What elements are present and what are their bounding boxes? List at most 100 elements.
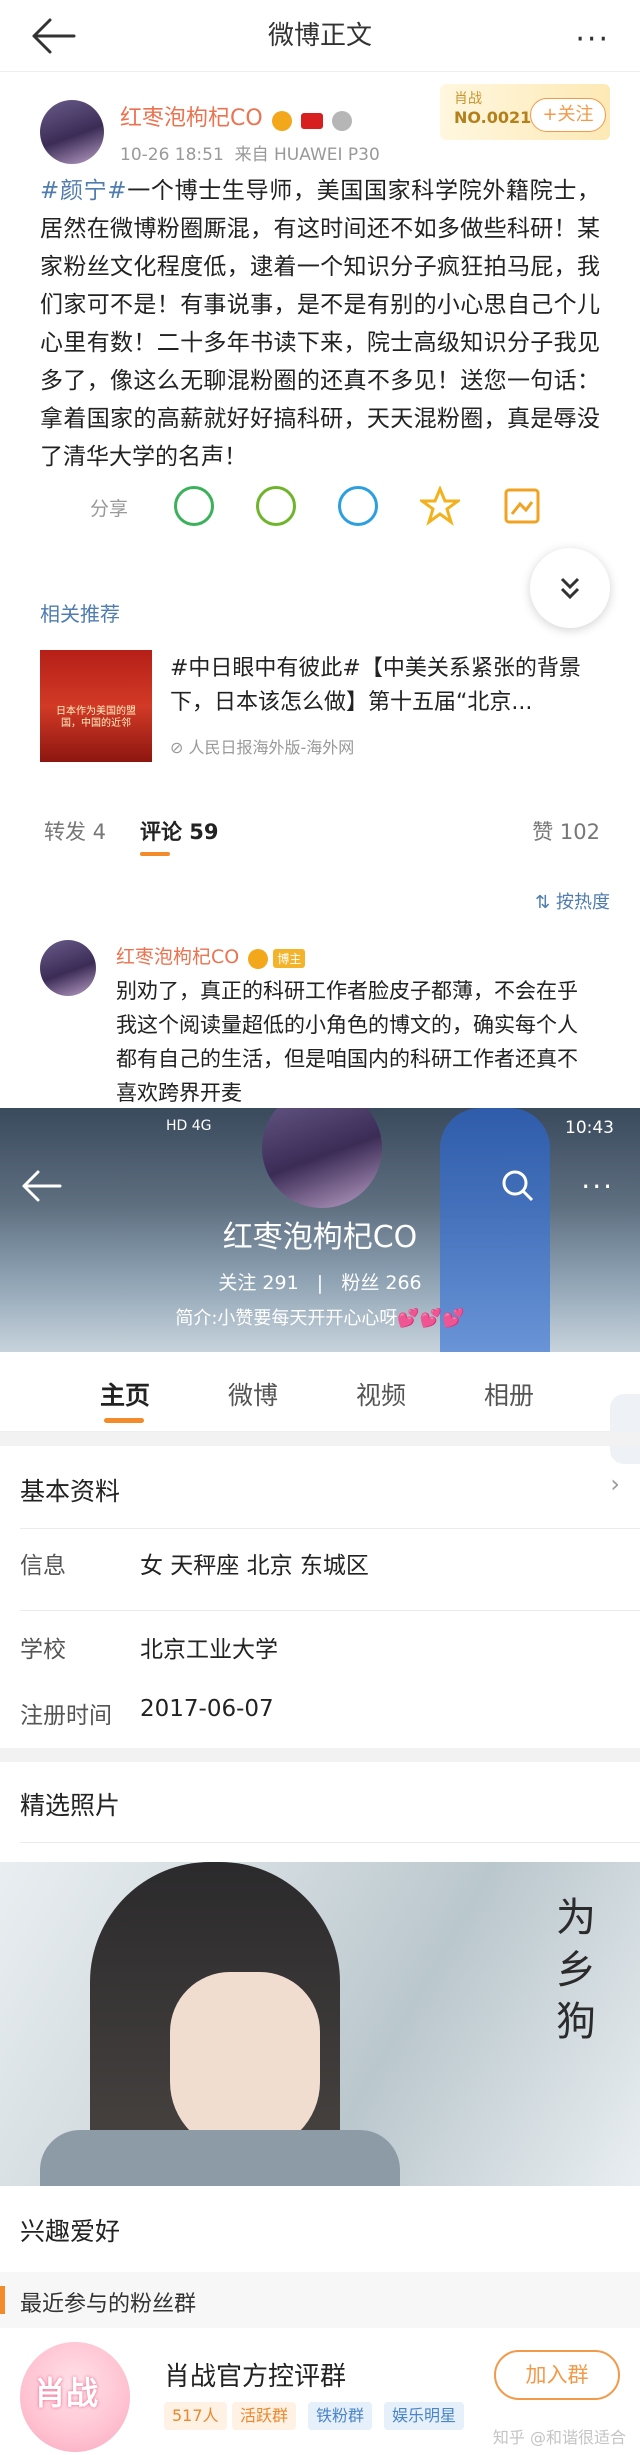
qq-icon[interactable] [338, 486, 378, 526]
share-label: 分享 [90, 498, 129, 520]
chip-iron-fans: 铁粉群 [308, 2402, 373, 2430]
tab-video[interactable]: 视频 [356, 1376, 406, 1412]
save-image-icon[interactable] [502, 486, 542, 530]
profile-bio: 简介:小赞要每天开开心心呀💕💕💕 [175, 1308, 465, 1329]
fan-groups-header: 最近参与的粉丝群 [0, 2272, 640, 2328]
commenter-name[interactable]: 红枣泡枸杞CO [116, 946, 239, 968]
group-avatar[interactable]: 肖战 [20, 2342, 130, 2452]
related-title: 相关推荐 [40, 602, 120, 626]
row-divider [20, 1842, 640, 1843]
profile-stats: 关注 291 | 粉丝 266 [218, 1272, 422, 1294]
more-menu-icon[interactable]: ··· [575, 22, 610, 57]
fan-card-label: 肖战 [454, 91, 482, 107]
group-avatar-text: 肖战 [34, 2374, 99, 2412]
crown-badge-icon [248, 948, 269, 969]
author-badge: 博主 [273, 949, 306, 968]
hobby-title: 兴趣爱好 [20, 2217, 121, 2246]
register-value: 2017-06-07 [140, 1696, 274, 1722]
sort-label: 按热度 [556, 892, 610, 913]
commenter-line: 红枣泡枸杞CO 博主 [116, 942, 306, 969]
section-divider [0, 1432, 640, 1446]
profile-back-arrow-icon[interactable] [20, 1166, 64, 1206]
signal-status: HD 4G [166, 1118, 212, 1134]
qzone-icon[interactable] [417, 485, 463, 530]
comment-text: 别劝了，真正的科研工作者脸皮子都薄，不会在乎我这个阅读量超低的小角色的博文的，确… [116, 979, 578, 1105]
tab-comment[interactable]: 评论 59 [140, 816, 219, 846]
photo-face [170, 1972, 320, 2152]
group-name[interactable]: 肖战官方控评群 [164, 2356, 346, 2393]
fans-count-label[interactable]: 粉丝 [341, 1272, 379, 1294]
sort-icon: ⇅ [535, 892, 551, 913]
section-divider [0, 1748, 640, 1762]
chip-entertainment: 娱乐明星 [384, 2402, 465, 2430]
fans-count[interactable]: 266 [385, 1272, 421, 1294]
profile-header: HD 4G 10:43 ··· 红枣泡枸杞CO 关注 291 | 粉丝 266 … [0, 1108, 640, 1352]
post-body-text: 一个博士生导师，美国国家科学院外籍院士，居然在微博粉圈厮混，有这时间还不如多做些… [40, 178, 600, 470]
register-label: 注册时间 [20, 1703, 112, 1729]
sort-by-hot-button[interactable]: ⇅ 按热度 [535, 888, 610, 914]
top-nav: 微博正文 ··· [0, 0, 640, 72]
chip-active: 活跃群 [232, 2402, 297, 2430]
tab-like[interactable]: 赞 102 [532, 816, 600, 846]
tab-weibo[interactable]: 微博 [228, 1376, 278, 1412]
fan-groups-title: 最近参与的粉丝群 [20, 2292, 197, 2317]
photo-cloth [40, 2130, 400, 2186]
school-value: 北京工业大学 [140, 1637, 278, 1663]
related-source-text: 人民日报海外版-海外网 [188, 738, 355, 757]
author-line: 红枣泡枸杞CO [120, 100, 352, 132]
hashtag-link[interactable]: #颜宁# [40, 178, 127, 204]
featured-photo[interactable]: 为乡狗 [0, 1862, 640, 2186]
follow-button[interactable]: +关注 [530, 98, 606, 132]
tab-album[interactable]: 相册 [484, 1376, 534, 1412]
photos-title: 精选照片 [20, 1791, 121, 1820]
page-title: 微博正文 [267, 21, 372, 51]
related-thumbnail: 日本作为美国的盟国，中国的近邻 [40, 650, 152, 762]
post-tabs: 转发 4 评论 59 赞 102 [40, 800, 600, 860]
tab-home[interactable]: 主页 [100, 1376, 150, 1412]
collapse-chevron-button[interactable] [530, 548, 610, 628]
join-group-button[interactable]: 加入群 [494, 2350, 620, 2400]
tab-repost[interactable]: 转发 4 [44, 816, 106, 846]
author-avatar[interactable] [40, 100, 104, 164]
info-label: 信息 [20, 1553, 66, 1579]
section-accent-bar [0, 2286, 5, 2314]
double-chevron-down-icon [560, 577, 580, 600]
commenter-avatar[interactable] [40, 940, 96, 996]
profile-more-icon[interactable]: ··· [581, 1170, 614, 1203]
status-bar: HD 4G 10:43 [0, 1108, 640, 1148]
post-source: 来自 HUAWEI P30 [234, 145, 380, 165]
related-headline: #中日眼中有彼此#【中美关系紧张的背景下，日本该怎么做】第十五届“北京... [170, 656, 581, 715]
chevron-right-icon[interactable]: › [610, 1470, 620, 1498]
author-name[interactable]: 红枣泡枸杞CO [120, 106, 263, 131]
watermark: 知乎 @和谐很适合 [492, 2428, 626, 2447]
row-divider [20, 1528, 640, 1529]
profile-tabs: 主页 微博 视频 相册 [0, 1352, 640, 1432]
chip-member-count: 517人 [164, 2402, 227, 2430]
status-time: 10:43 [565, 1118, 614, 1138]
school-label: 学校 [20, 1637, 66, 1663]
share-row: 分享 [0, 470, 640, 540]
follow-count-label[interactable]: 关注 [218, 1272, 256, 1294]
profile-name: 红枣泡枸杞CO [222, 1220, 418, 1255]
photo-calligraphy: 为乡狗 [556, 1895, 596, 2045]
profile-search-icon[interactable] [500, 1168, 536, 1208]
active-tab-indicator [140, 852, 170, 856]
china-flag-icon [300, 112, 323, 129]
follow-count[interactable]: 291 [262, 1272, 298, 1294]
wechat-icon[interactable] [174, 486, 214, 526]
related-thumb-text: 日本作为美国的盟国，中国的近邻 [56, 706, 136, 729]
moments-icon[interactable] [256, 486, 296, 526]
post-time: 10-26 18:51 [120, 145, 224, 165]
basic-info-title: 基本资料 [20, 1477, 121, 1506]
row-divider [20, 1610, 640, 1611]
info-value: 女 天秤座 北京 东城区 [140, 1553, 369, 1579]
medal-badge-icon [331, 110, 352, 131]
profile-tab-indicator [104, 1418, 144, 1423]
post-meta: 10-26 18:51 来自 HUAWEI P30 [120, 140, 380, 165]
crown-badge-icon [271, 110, 292, 131]
bell-icon[interactable] [610, 1394, 640, 1464]
post-text: #颜宁#一个博士生导师，美国国家科学院外籍院士，居然在微博粉圈厮混，有这时间还不… [40, 172, 600, 476]
back-arrow-icon[interactable] [30, 16, 80, 56]
related-source: ⊘ 人民日报海外版-海外网 [170, 738, 355, 757]
related-article-card[interactable]: 日本作为美国的盟国，中国的近邻 #中日眼中有彼此#【中美关系紧张的背景下，日本该… [40, 640, 600, 770]
